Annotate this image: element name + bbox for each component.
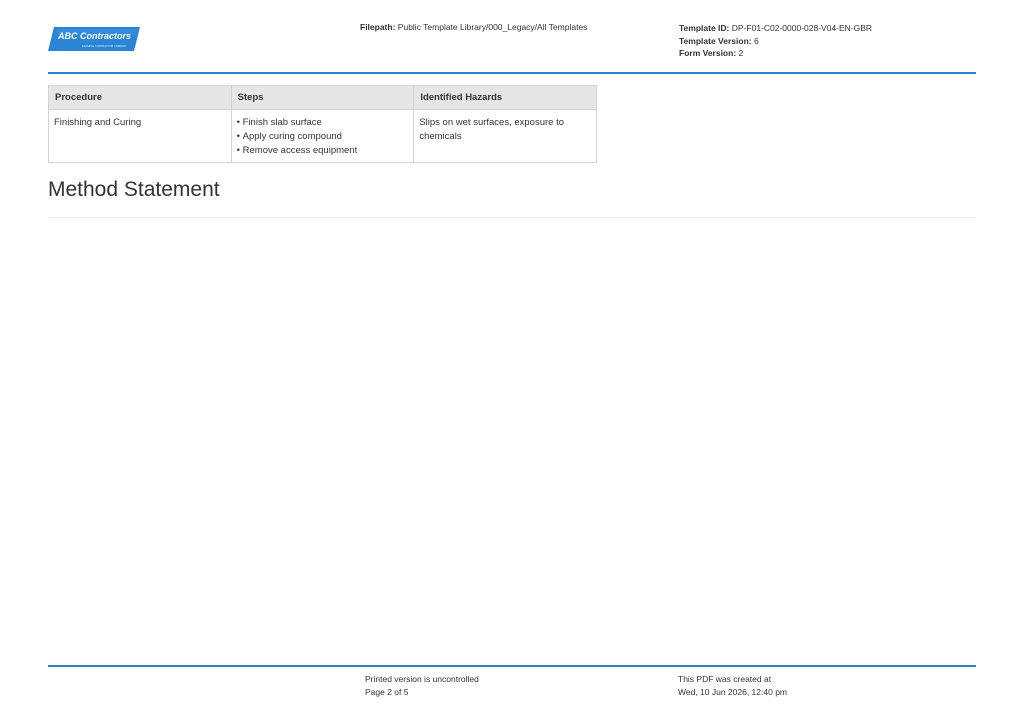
template-version-label: Template Version: (679, 35, 752, 46)
table-row: Finishing and Curing Finish slab surface… (48, 109, 597, 163)
template-id: Template ID: DP-F01-C02-0000-028-V04-EN-… (679, 22, 872, 35)
uncontrolled-note: Printed version is uncontrolled (365, 674, 479, 684)
logo-tagline: EXAMPLE CONTRACTOR COMPANY (82, 44, 127, 48)
form-version-value: 2 (738, 48, 744, 58)
form-version-label: Form Version: (679, 48, 737, 58)
template-id-label: Template ID: (679, 23, 730, 33)
steps-cell: Finish slab surface Apply curing compoun… (230, 109, 415, 163)
template-version-value: 6 (753, 35, 759, 46)
template-version: Template Version: 6 (679, 35, 872, 48)
hazards-cell: Slips on wet surfaces, exposure to chemi… (413, 109, 597, 163)
step-item: Remove access equipment (237, 144, 409, 158)
template-info: Template ID: DP-F01-C02-0000-028-V04-EN-… (679, 22, 872, 60)
step-item: Finish slab surface (237, 116, 409, 130)
footer-created-info: This PDF was created at Wed, 10 Jun 2026… (678, 673, 787, 698)
created-label: This PDF was created at (678, 674, 772, 684)
column-header-steps: Steps (230, 85, 415, 110)
form-version: Form Version: 2 (679, 47, 872, 60)
column-header-hazards: Identified Hazards (413, 85, 597, 110)
procedure-cell: Finishing and Curing (48, 109, 232, 163)
company-logo: ABC Contractors EXAMPLE CONTRACTOR COMPA… (48, 26, 140, 52)
steps-list: Finish slab surface Apply curing compoun… (237, 116, 409, 158)
column-header-procedure: Procedure (48, 85, 232, 110)
page-number: Page 2 of 5 (365, 686, 409, 697)
filepath-value: Public Template Library/000_Legacy/All T… (397, 22, 588, 32)
filepath: Filepath: Public Template Library/000_Le… (360, 22, 587, 32)
filepath-label: Filepath: (360, 22, 396, 32)
table-header-row: Procedure Steps Identified Hazards (48, 85, 597, 110)
template-id-value: DP-F01-C02-0000-028-V04-EN-GBR (731, 23, 873, 33)
section-divider (48, 217, 976, 218)
header-divider (48, 72, 976, 74)
created-timestamp: Wed, 10 Jun 2026, 12:40 pm (678, 686, 788, 697)
logo-text: ABC Contractors (57, 31, 131, 41)
procedure-table: Procedure Steps Identified Hazards Finis… (48, 85, 597, 163)
footer-page-info: Printed version is uncontrolled Page 2 o… (365, 673, 479, 698)
footer-divider (48, 665, 976, 667)
section-title: Method Statement (48, 178, 220, 201)
step-item: Apply curing compound (237, 130, 409, 144)
